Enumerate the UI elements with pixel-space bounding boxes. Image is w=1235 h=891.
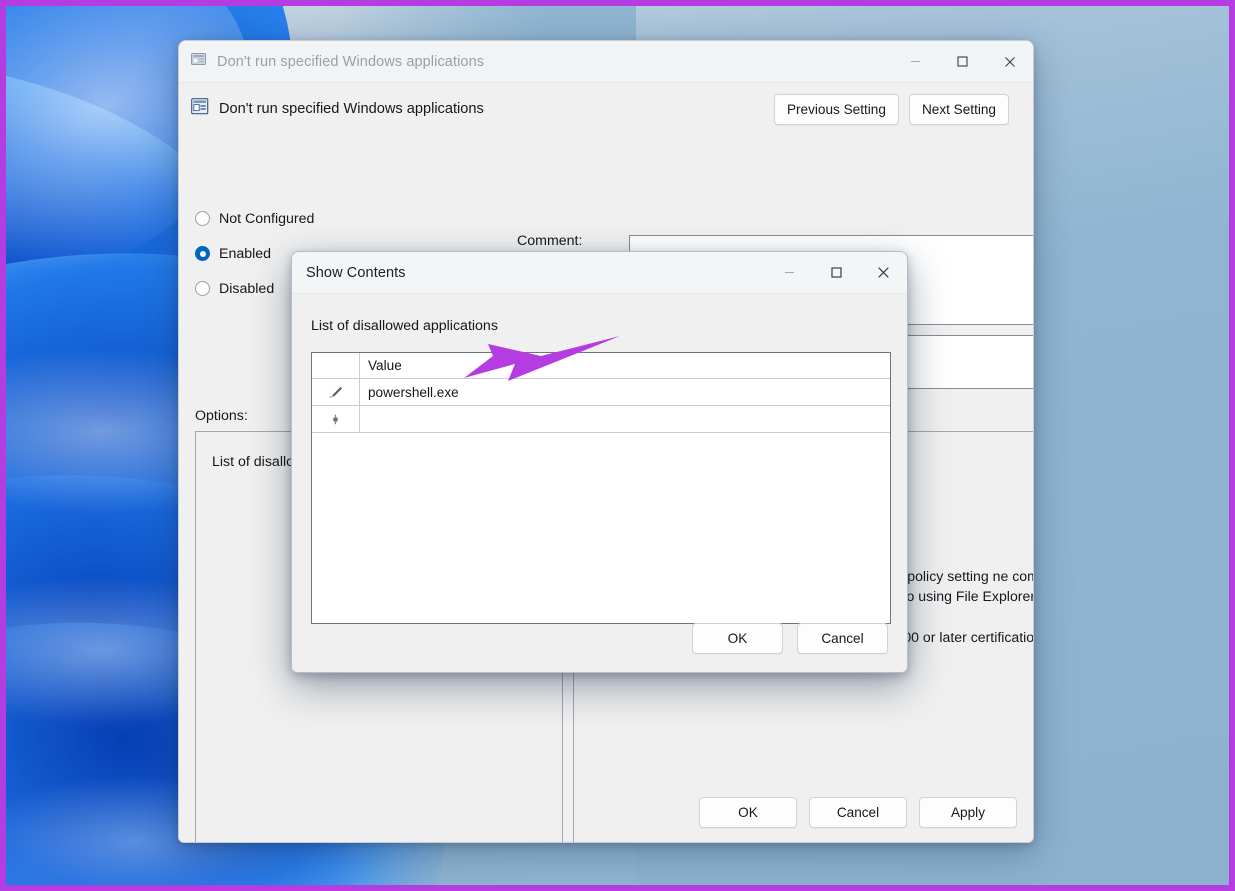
- desktop: Don't run specified Windows applications: [6, 6, 1229, 885]
- pencil-icon: [328, 386, 343, 398]
- annotation-frame: Don't run specified Windows applications: [0, 0, 1235, 891]
- radio-button-icon: [195, 281, 210, 296]
- radio-button-icon: [195, 211, 210, 226]
- dialog-caption: List of disallowed applications: [311, 318, 498, 334]
- ok-button[interactable]: OK: [699, 797, 797, 828]
- dialog-title: Show Contents: [306, 264, 406, 281]
- window-title: Don't run specified Windows applications: [217, 53, 485, 70]
- radio-label: Disabled: [219, 280, 275, 297]
- apply-button[interactable]: Apply: [919, 797, 1017, 828]
- row-edit-marker: [312, 379, 360, 406]
- radio-not-configured[interactable]: Not Configured: [195, 201, 350, 236]
- table-row-new[interactable]: [312, 406, 890, 433]
- options-label: Options:: [195, 408, 248, 424]
- close-button[interactable]: [986, 41, 1033, 82]
- policy-setting-icon: [191, 51, 208, 73]
- show-contents-dialog: Show Contents List of disallowed applica…: [291, 251, 908, 673]
- dialog-titlebar: Show Contents: [292, 252, 907, 294]
- setting-header: Don't run specified Windows applications…: [179, 83, 1033, 135]
- grid-header-marker-cell: [312, 353, 360, 379]
- setting-title: Don't run specified Windows applications: [219, 101, 484, 117]
- radio-button-selected-icon: [195, 246, 210, 261]
- close-button[interactable]: [860, 252, 907, 293]
- minimize-button[interactable]: [892, 41, 939, 82]
- table-row[interactable]: powershell.exe: [312, 379, 890, 406]
- dialog-window-controls: [766, 252, 907, 293]
- next-setting-button[interactable]: Next Setting: [908, 93, 1009, 125]
- radio-label: Not Configured: [219, 210, 315, 227]
- table-cell-value[interactable]: powershell.exe: [360, 379, 890, 406]
- dialog-footer-buttons: OK Cancel: [692, 623, 888, 654]
- table-cell-value[interactable]: [360, 406, 890, 433]
- window-footer-buttons: OK Cancel Apply: [699, 797, 1017, 828]
- asterisk-icon: [330, 414, 341, 425]
- policy-setting-icon: [191, 97, 210, 121]
- maximize-button[interactable]: [813, 252, 860, 293]
- setting-nav-buttons: Previous Setting Next Setting: [773, 93, 1009, 125]
- comment-label: Comment:: [517, 233, 583, 249]
- window-titlebar: Don't run specified Windows applications: [179, 41, 1033, 83]
- grid-header-value-cell: Value: [360, 353, 890, 379]
- dialog-body: List of disallowed applications Value po…: [292, 294, 907, 672]
- window-controls: [892, 41, 1033, 82]
- row-new-marker: [312, 406, 360, 433]
- radio-label: Enabled: [219, 245, 272, 262]
- cancel-button[interactable]: Cancel: [797, 623, 888, 654]
- ok-button[interactable]: OK: [692, 623, 783, 654]
- previous-setting-button[interactable]: Previous Setting: [773, 93, 899, 125]
- maximize-button[interactable]: [939, 41, 986, 82]
- values-grid[interactable]: Value powershell.exe: [311, 352, 891, 624]
- grid-header-row: Value: [312, 353, 890, 379]
- cancel-button[interactable]: Cancel: [809, 797, 907, 828]
- minimize-button[interactable]: [766, 252, 813, 293]
